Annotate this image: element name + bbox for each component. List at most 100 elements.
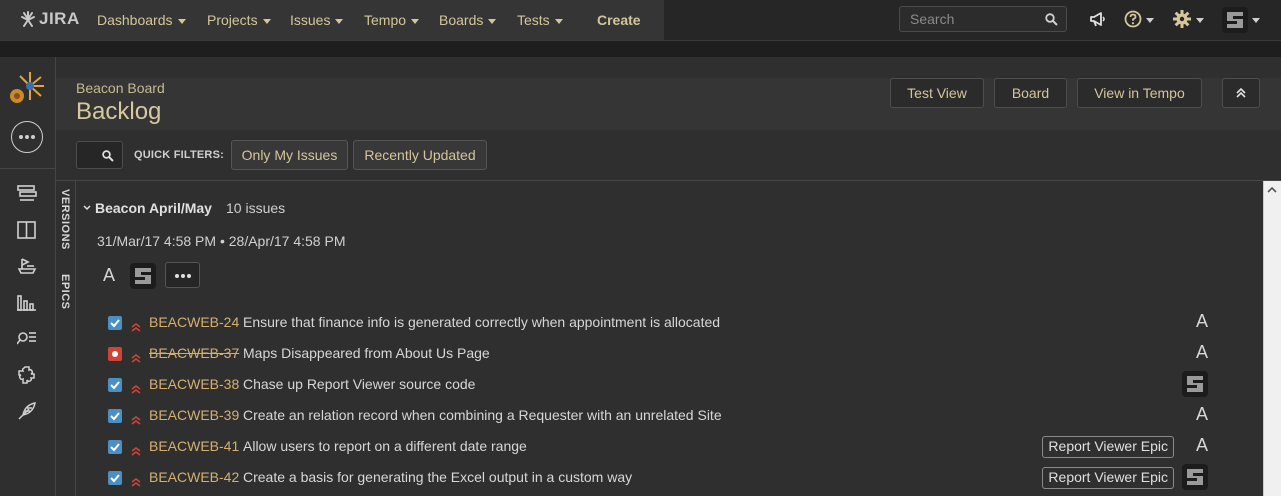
- feather-icon[interactable]: [17, 401, 37, 421]
- page-header: Beacon Board Backlog Test View Board Vie…: [56, 78, 1281, 130]
- quick-filters-label: QUICK FILTERS:: [134, 149, 224, 161]
- task-type-icon: [108, 316, 122, 330]
- gear-icon[interactable]: [1172, 9, 1192, 29]
- issue-row[interactable]: BEACWEB-41 Allow users to report on a dif…: [108, 433, 1218, 461]
- issue-summary: Allow users to report on a different dat…: [243, 438, 527, 454]
- epics-tab[interactable]: EPICS: [59, 274, 71, 310]
- nav-dashboards-label: Dashboards: [97, 12, 173, 28]
- jira-logo[interactable]: JIRA: [20, 9, 80, 29]
- priority-high-icon: [131, 350, 141, 366]
- chevron-down-icon: [335, 18, 344, 24]
- double-chevron-up-icon: [1236, 87, 1246, 98]
- create-button[interactable]: Create: [597, 12, 641, 28]
- filters-divider: [56, 180, 1281, 181]
- issue-summary: Create an relation record when combining…: [243, 407, 722, 423]
- versions-tab[interactable]: VERSIONS: [59, 189, 71, 250]
- components-icon[interactable]: [17, 365, 37, 385]
- user-avatar-icon[interactable]: [130, 263, 156, 289]
- page-title: Backlog: [76, 98, 162, 125]
- issue-row[interactable]: BEACWEB-42 Create a basis for generating …: [108, 464, 1218, 492]
- breadcrumb[interactable]: Beacon Board: [76, 80, 165, 96]
- chevron-down-icon: [1146, 18, 1154, 23]
- view-in-tempo-button[interactable]: View in Tempo: [1077, 78, 1202, 108]
- top-navigation: JIRA Dashboards Projects Issues Tempo Bo…: [0, 0, 1281, 41]
- side-tabs: VERSIONS EPICS: [56, 181, 76, 496]
- sprint-dates: 31/Mar/17 4:58 PM • 28/Apr/17 4:58 PM: [97, 233, 346, 249]
- chevron-down-icon: [177, 18, 186, 24]
- board-button[interactable]: Board: [994, 78, 1067, 108]
- epic-label[interactable]: Report Viewer Epic: [1042, 436, 1174, 458]
- project-avatar-icon[interactable]: [8, 69, 46, 107]
- nav-issues-label: Issues: [290, 12, 331, 28]
- task-type-icon: [108, 409, 122, 423]
- issue-key[interactable]: BEACWEB-39: [149, 407, 239, 423]
- chevron-down-icon[interactable]: [83, 205, 91, 211]
- sub-bar: [0, 41, 1281, 57]
- nav-boards-label: Boards: [439, 12, 484, 28]
- date-separator: •: [219, 233, 225, 249]
- only-my-issues-filter[interactable]: Only My Issues: [231, 140, 348, 170]
- issue-search-icon[interactable]: [17, 329, 37, 347]
- nav-dashboards[interactable]: Dashboards: [97, 12, 186, 28]
- project-sidebar: [0, 57, 56, 496]
- board-icon[interactable]: [17, 221, 37, 239]
- search-box: [899, 6, 1067, 32]
- filter-search-button[interactable]: [76, 141, 123, 169]
- assignee-avatar[interactable]: A: [1196, 435, 1208, 456]
- issue-summary: Maps Disappeared from About Us Page: [243, 345, 490, 361]
- user-avatar-icon[interactable]: [1182, 464, 1208, 493]
- nav-tests[interactable]: Tests: [517, 12, 563, 28]
- user-avatar-icon[interactable]: [1182, 371, 1208, 400]
- epic-label[interactable]: Report Viewer Epic: [1042, 467, 1174, 489]
- recently-updated-filter[interactable]: Recently Updated: [353, 140, 487, 170]
- chevron-down-icon: [1252, 18, 1260, 23]
- assignee-avatar[interactable]: A: [1196, 404, 1208, 425]
- assignee-avatar[interactable]: A: [1196, 311, 1208, 332]
- help-icon[interactable]: [1124, 9, 1142, 29]
- sprint-start-date: 31/Mar/17 4:58 PM: [97, 233, 217, 249]
- priority-high-icon: [131, 412, 141, 428]
- releases-icon[interactable]: [17, 257, 37, 275]
- search-icon: [102, 150, 114, 162]
- issue-key[interactable]: BEACWEB-37: [149, 345, 239, 361]
- nav-projects-label: Projects: [207, 12, 258, 28]
- search-input[interactable]: [900, 7, 1050, 31]
- bug-type-icon: [108, 347, 122, 361]
- issue-key[interactable]: BEACWEB-24: [149, 314, 239, 330]
- search-icon[interactable]: [1045, 13, 1058, 26]
- sprint-actions-button[interactable]: [165, 262, 200, 288]
- issue-row[interactable]: BEACWEB-37 Maps Disappeared from About Us…: [108, 340, 1218, 368]
- sprint-name[interactable]: Beacon April/May: [95, 200, 212, 216]
- issue-key[interactable]: BEACWEB-41: [149, 438, 239, 454]
- nav-boards[interactable]: Boards: [439, 12, 497, 28]
- scrollbar[interactable]: [1263, 181, 1281, 496]
- issue-key[interactable]: BEACWEB-38: [149, 376, 239, 392]
- nav-projects[interactable]: Projects: [207, 12, 271, 28]
- sprint-issue-count: 10 issues: [226, 200, 286, 216]
- assignee-avatar[interactable]: A: [1196, 342, 1208, 363]
- chevron-down-icon: [554, 18, 563, 24]
- user-avatar-icon[interactable]: [1222, 7, 1248, 33]
- chevron-down-icon: [411, 18, 420, 24]
- chevron-down-icon: [488, 18, 497, 24]
- nav-tempo[interactable]: Tempo: [364, 12, 420, 28]
- issue-row[interactable]: BEACWEB-38 Chase up Report Viewer source …: [108, 371, 1218, 399]
- sprint-assignee-avatar[interactable]: A: [103, 265, 115, 286]
- task-type-icon: [108, 471, 122, 485]
- nav-tempo-label: Tempo: [364, 12, 407, 28]
- jira-logo-icon: [21, 11, 35, 27]
- nav-tests-label: Tests: [517, 12, 550, 28]
- collapse-header-button[interactable]: [1222, 78, 1260, 108]
- megaphone-icon[interactable]: [1088, 9, 1108, 29]
- scroll-up-icon[interactable]: [1267, 186, 1277, 194]
- more-options-icon[interactable]: [11, 121, 43, 153]
- nav-issues[interactable]: Issues: [290, 12, 344, 28]
- issue-row[interactable]: BEACWEB-24 Ensure that finance info is ge…: [108, 309, 1218, 337]
- chevron-down-icon: [262, 18, 271, 24]
- backlog-icon[interactable]: [17, 185, 37, 203]
- issue-row[interactable]: BEACWEB-39 Create an relation record when…: [108, 402, 1218, 430]
- test-view-button[interactable]: Test View: [890, 78, 984, 108]
- sprint-end-date: 28/Apr/17 4:58 PM: [228, 233, 346, 249]
- reports-icon[interactable]: [17, 293, 37, 311]
- issue-key[interactable]: BEACWEB-42: [149, 469, 239, 485]
